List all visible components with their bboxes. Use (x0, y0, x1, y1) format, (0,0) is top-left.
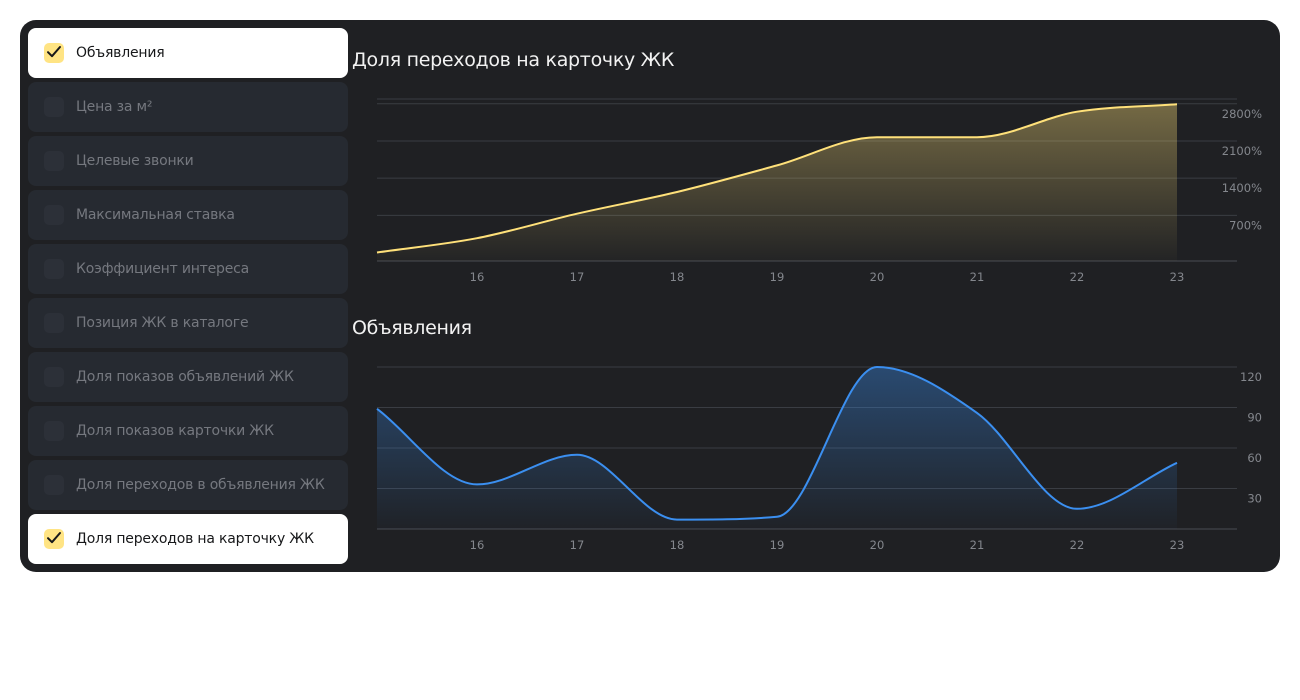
y-tick-label: 2800% (1222, 107, 1262, 121)
chart-listings: 16 17 18 19 20 21 22 23 30 60 90 120 (376, 366, 1262, 552)
chart-click-share: 16 17 18 19 20 21 22 23700%1400%2100%2800% (376, 98, 1262, 284)
x-tick-label: 17 (570, 538, 585, 552)
y-tick-label: 1400% (1222, 181, 1262, 195)
x-tick-label: 20 (870, 538, 885, 552)
y-tick-label: 2100% (1222, 144, 1262, 158)
y-tick-label: 700% (1229, 218, 1262, 232)
y-tick-label: 120 (1240, 370, 1262, 384)
x-tick-label: 16 (470, 538, 485, 552)
x-tick-label: 19 (770, 538, 785, 552)
series-area (377, 104, 1177, 261)
y-tick-label: 90 (1247, 411, 1262, 425)
x-tick-label: 21 (970, 538, 985, 552)
x-tick-label: 23 (1170, 538, 1185, 552)
x-tick-label: 22 (1070, 538, 1085, 552)
y-tick-label: 60 (1247, 451, 1262, 465)
y-tick-label: 30 (1247, 492, 1262, 506)
x-tick-label: 18 (670, 538, 685, 552)
